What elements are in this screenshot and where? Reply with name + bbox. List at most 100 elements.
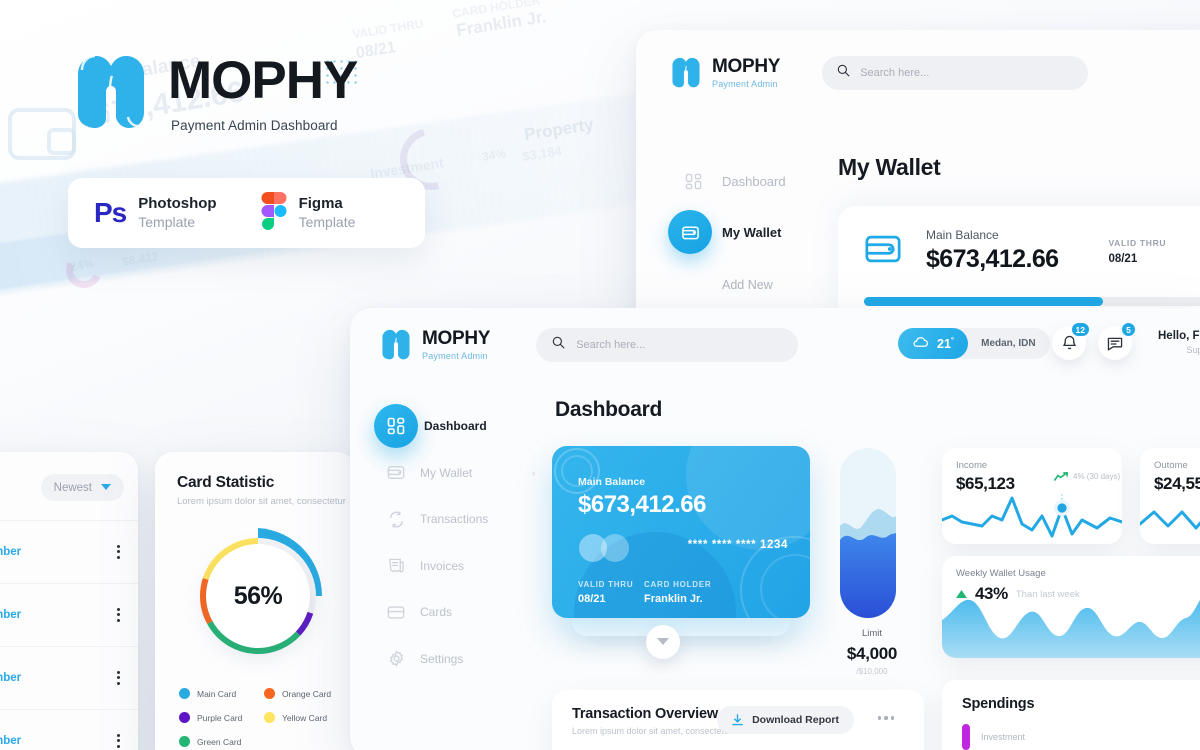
watermark-wallet-icon <box>8 108 76 160</box>
sidebar-label-settings: Settings <box>420 651 464 666</box>
spendings-item-label: Investment <box>981 732 1026 742</box>
user-role: Super <box>1186 345 1200 355</box>
limit-gauge-fill <box>840 509 896 618</box>
download-report-button[interactable]: Download Report <box>717 706 854 734</box>
wallet-page-title: My Wallet <box>838 154 941 180</box>
sidebar-item-invoices[interactable]: Invoices <box>372 543 550 590</box>
chevron-right-icon: › <box>532 467 535 478</box>
list-item[interactable]: See Number <box>0 583 138 645</box>
photoshop-icon: Ps <box>94 197 127 228</box>
see-number-link[interactable]: See Number <box>0 735 21 747</box>
sidebar-item-settings[interactable]: Settings <box>372 636 550 683</box>
dashboard-page-title: Dashboard <box>555 398 662 421</box>
wallet-search-placeholder: Search here... <box>860 67 930 79</box>
dashboard-brand-sub: Payment Admin <box>422 351 488 361</box>
income-label: Income <box>956 460 988 471</box>
donut-center: 56% <box>206 544 310 648</box>
legend-label: Purple Card <box>197 712 243 723</box>
template-badges-card: Ps Photoshop Template Figma Template <box>68 178 425 248</box>
newest-filter-dropdown[interactable]: Newest <box>40 474 124 501</box>
see-number-link[interactable]: See Number <box>0 672 21 684</box>
list-item[interactable]: See Number <box>0 709 138 750</box>
wallet-search-input[interactable]: Search here... <box>822 56 1089 90</box>
card-statistic-title: Card Statistic <box>177 474 275 491</box>
dashboard-search-input[interactable]: Search here... <box>536 328 799 362</box>
limit-total: /$10,000 <box>856 667 888 676</box>
hero-brand-name: MOPHY <box>168 50 358 110</box>
see-number-link[interactable]: See Number <box>0 609 21 621</box>
card-statistic-legend: Main Card Orange Card Purple Card Yellow… <box>179 688 349 750</box>
sidebar-item-transactions[interactable]: Transactions <box>372 496 550 543</box>
transaction-overview-card: Transaction Overview Lorem ipsum dolor s… <box>552 690 924 750</box>
wallet-panel-logo-icon <box>670 56 702 90</box>
my-wallet-panel: MOPHY Payment Admin Search here... Dashb… <box>636 30 1200 312</box>
dashboard-sidebar: Dashboard My Wallet › Transactions Invoi… <box>372 403 550 682</box>
income-card[interactable]: Income $65,123 4% (30 days) <box>942 448 1122 544</box>
legend-item-main-card: Main Card <box>179 688 264 699</box>
list-item[interactable]: See Number <box>0 520 138 582</box>
sidebar-label-my-wallet: My Wallet <box>722 224 782 240</box>
kebab-icon[interactable] <box>117 670 120 685</box>
sidebar-item-my-wallet[interactable]: My Wallet › <box>372 450 550 497</box>
main-balance-credit-card[interactable]: Main Balance $673,412.66 **** **** **** … <box>552 446 810 618</box>
grid-icon <box>670 173 716 190</box>
card-valid-thru-label: VALID THRU <box>578 580 634 589</box>
wallet-panel-brand: MOPHY Payment Admin <box>712 57 780 89</box>
card-holder-label: CARD HOLDER <box>644 580 712 589</box>
chevron-down-icon <box>657 638 669 645</box>
legend-label: Yellow Card <box>282 712 328 723</box>
wallet-valid-thru-value: 08/21 <box>1108 252 1138 265</box>
weather-temp-value: 21° <box>937 335 955 352</box>
photoshop-template-item[interactable]: Ps Photoshop Template <box>94 195 217 230</box>
bell-icon <box>1062 335 1076 350</box>
spendings-card: Spendings Investment 76% <box>942 680 1200 750</box>
legend-item-purple-card: Purple Card <box>179 712 264 723</box>
spendings-title: Spendings <box>962 696 1035 712</box>
notifications-button[interactable]: 12 <box>1052 321 1091 360</box>
invoice-icon <box>372 557 420 574</box>
wallet-progress-bar <box>864 297 1200 306</box>
legend-label: Main Card <box>197 688 237 699</box>
kebab-icon[interactable] <box>117 733 120 748</box>
transactions-list-panel: Newest See Number See Number See Number … <box>0 452 138 750</box>
dashboard-logo-icon <box>380 328 412 362</box>
legend-label: Orange Card <box>282 688 332 699</box>
photoshop-subtitle: Template <box>138 213 196 230</box>
card-number: **** **** **** 1234 <box>687 539 788 551</box>
card-statistic-panel: Card Statistic Lorem ipsum dolor sit ame… <box>155 452 355 750</box>
sidebar-label-dashboard: Dashboard <box>424 419 487 434</box>
screenshot-stage: Main Balance $673,412.66 VALID THRU 08/21 CA… <box>0 0 1200 750</box>
outcome-sparkline <box>1140 510 1200 530</box>
wallet-brand-name: MOPHY <box>712 56 781 77</box>
list-item[interactable]: See Number <box>0 646 138 708</box>
spendings-item-bar <box>962 724 970 750</box>
filter-label: Newest <box>53 481 92 494</box>
kebab-icon[interactable] <box>117 544 120 559</box>
card-valid-thru-value: 08/21 <box>578 593 606 605</box>
search-icon <box>837 64 850 82</box>
hero-tagline: Payment Admin Dashboard <box>171 117 338 133</box>
figma-template-item[interactable]: Figma Template <box>261 191 355 235</box>
caret-up-icon <box>956 590 967 598</box>
card-statistic-subtitle: Lorem ipsum dolor sit amet, consectetur <box>177 496 346 507</box>
wallet-icon <box>864 232 902 271</box>
user-greeting[interactable]: Hello, Fra Super <box>1158 330 1200 355</box>
weather-widget[interactable]: 21° Medan, IDN <box>898 328 1050 359</box>
hero-logo-block: MOPHY Payment Admin Dashboard <box>72 50 358 134</box>
outcome-card[interactable]: Outome $24,551 <box>1140 448 1200 544</box>
card-expand-button[interactable] <box>646 625 680 659</box>
see-number-link[interactable]: See Number <box>0 546 21 558</box>
limit-amount: $4,000 <box>846 644 898 663</box>
sidebar-item-dashboard[interactable]: Dashboard <box>372 403 550 450</box>
kebab-icon[interactable] <box>117 607 120 622</box>
weekly-wallet-usage-card[interactable]: Weekly Wallet Usage 43% Than last week <box>942 556 1200 658</box>
gear-icon <box>372 650 420 668</box>
messages-button[interactable]: 5 <box>1098 321 1137 360</box>
messages-badge: 5 <box>1120 321 1137 338</box>
more-horizontal-icon[interactable] <box>877 716 894 720</box>
chat-icon <box>1107 337 1123 350</box>
legend-item-orange-card: Orange Card <box>264 688 349 699</box>
income-sparkline <box>942 494 1122 538</box>
sidebar-item-cards[interactable]: Cards <box>372 589 550 636</box>
weekly-usage-note: Than last week <box>1015 588 1080 600</box>
